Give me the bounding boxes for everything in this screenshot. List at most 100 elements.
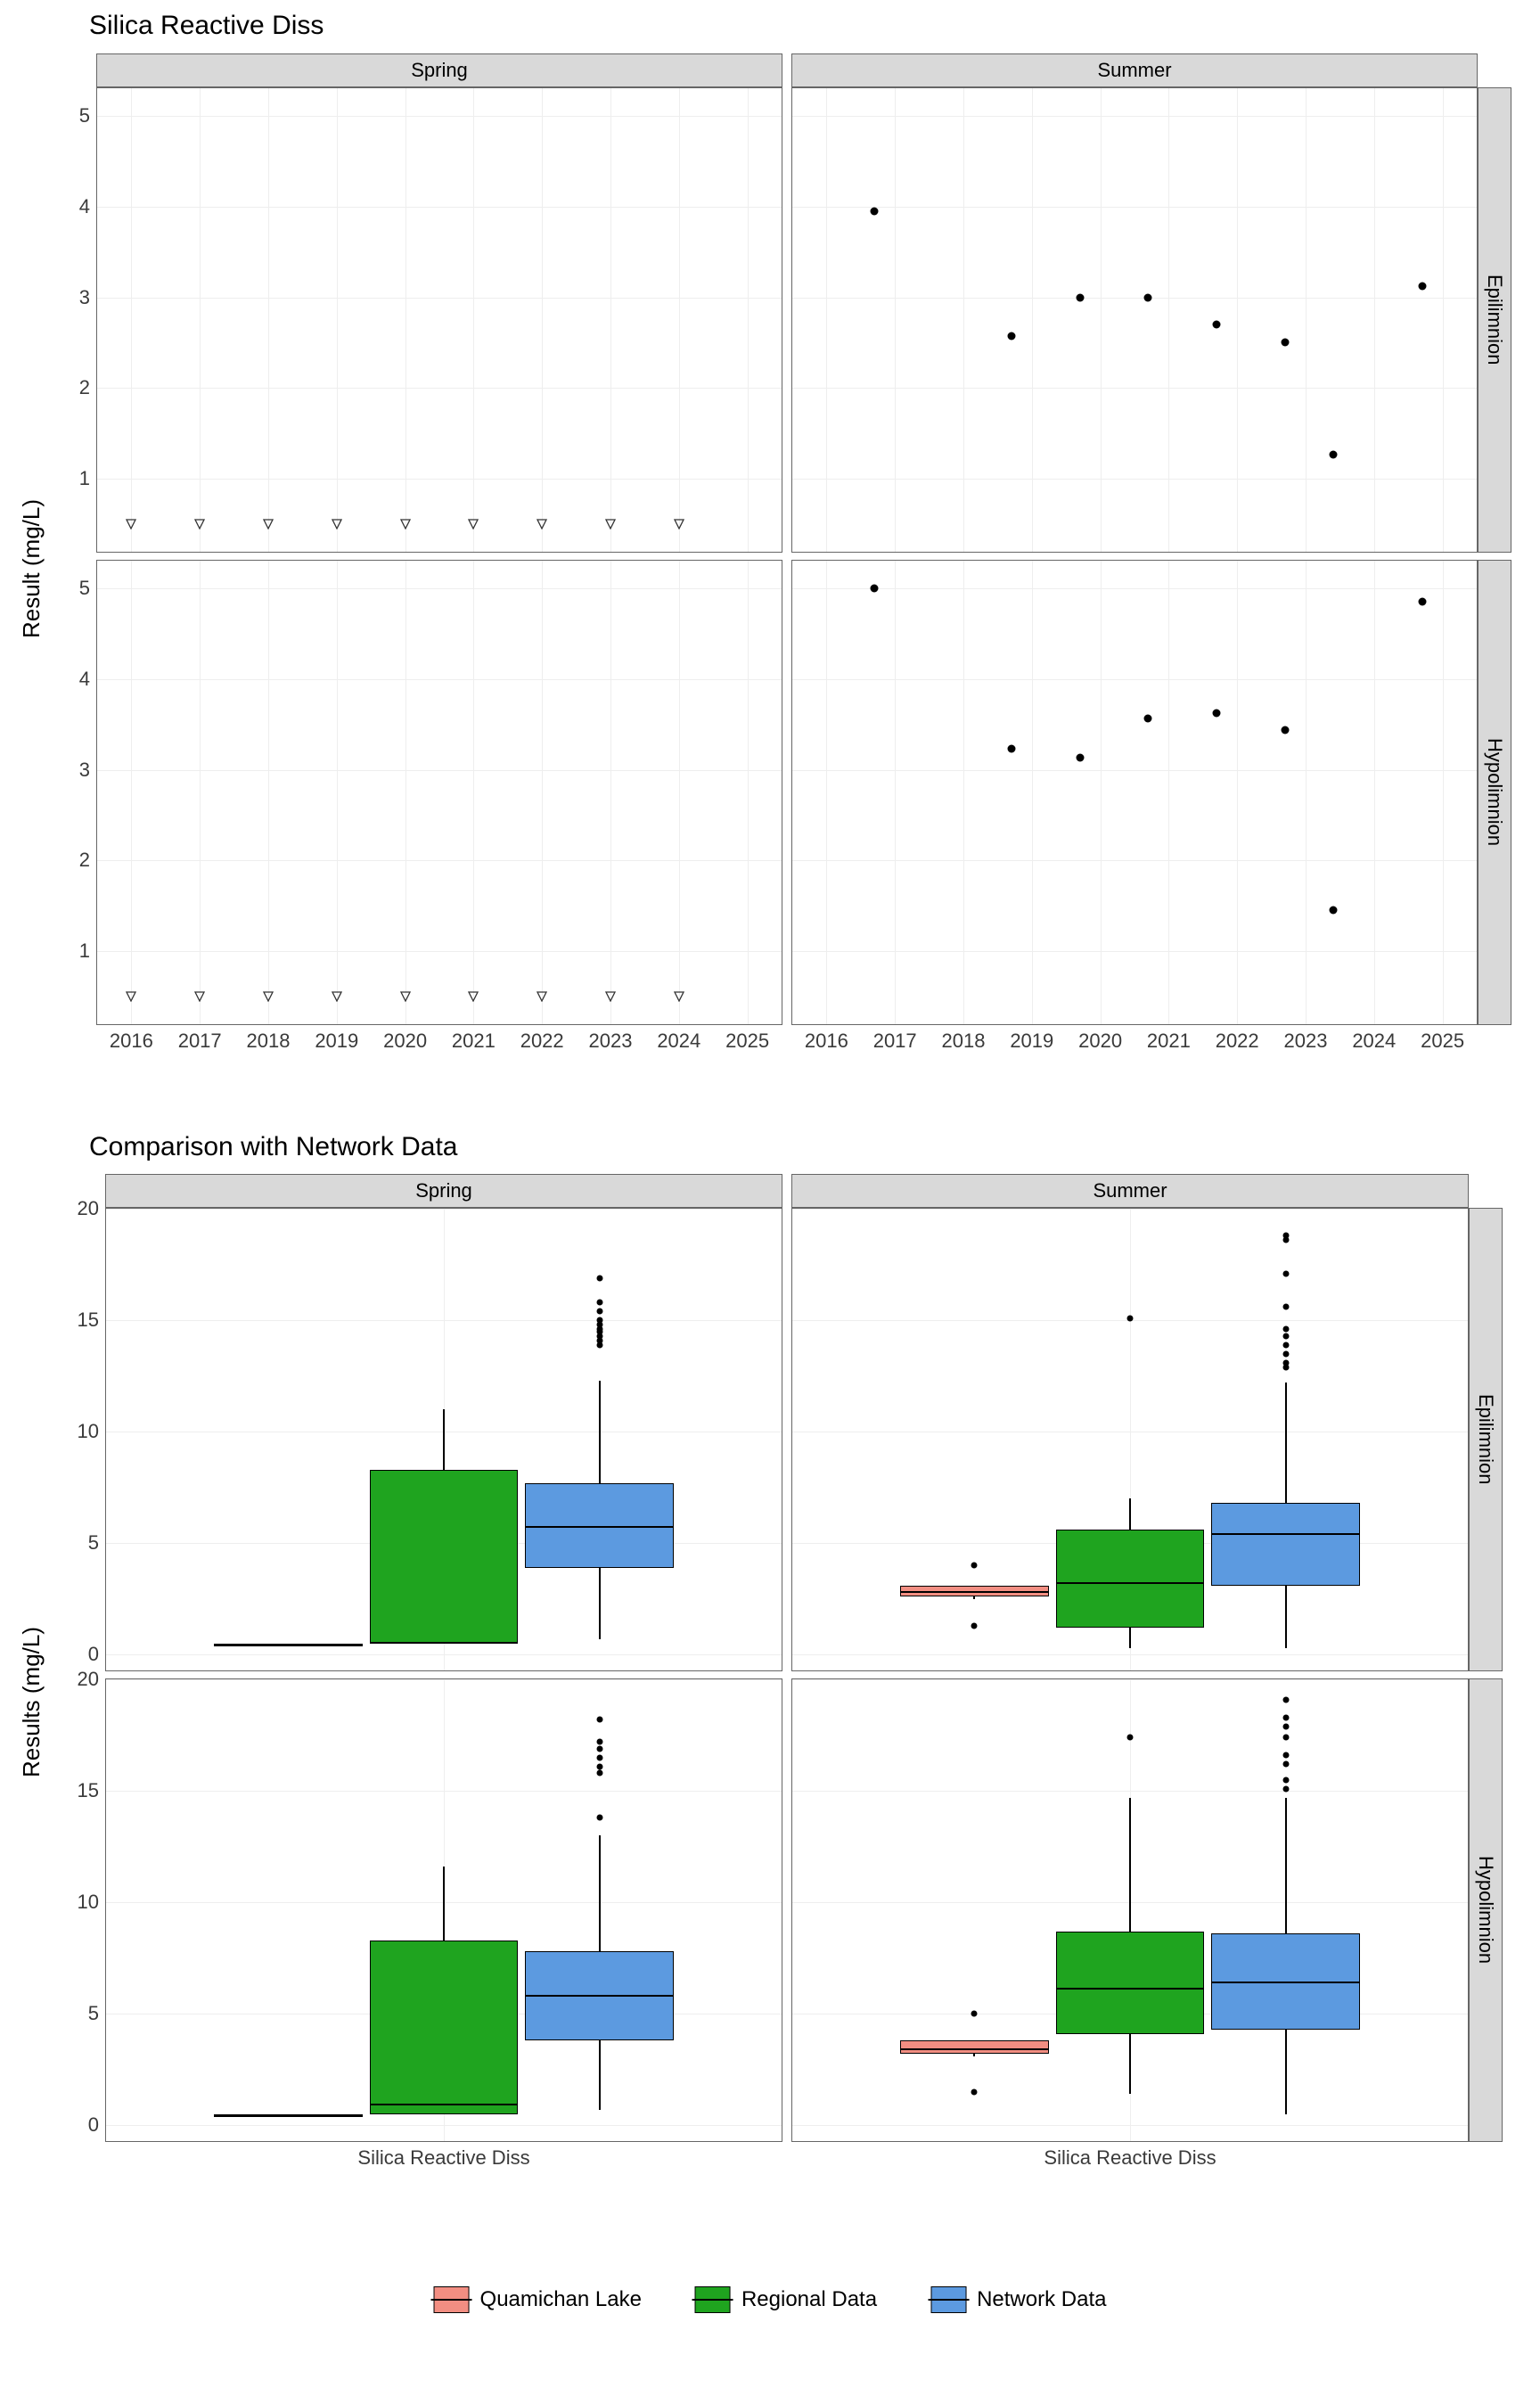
x-tick-label: 2016 [805,1030,848,1053]
y-tick-label: 5 [88,2002,99,2025]
x-tick-label: 2018 [247,1030,291,1053]
outlier-point [1282,1304,1289,1310]
y-tick-label: 1 [79,467,90,490]
y-tick-label: 5 [79,104,90,127]
outlier-point [596,1717,602,1723]
nondetect-marker-icon [605,519,616,529]
outlier-point [1282,1714,1289,1720]
row-facet-hypolimnion-strip: Hypolimnion [1469,1678,1503,2142]
outlier-point [1282,1752,1289,1759]
nondetect-marker-icon [537,519,547,529]
x-tick-label: 2020 [1078,1030,1122,1053]
y-tick-label: 5 [79,577,90,600]
outlier-point [971,1563,978,1569]
x-tick-label: 2017 [873,1030,917,1053]
boxplot-box [1056,1932,1205,2034]
x-tick-label: 2025 [1421,1030,1464,1053]
boxplot-box [900,1586,1049,1597]
data-point [1213,321,1221,329]
col-facet-summer-strip: Summer [791,1174,1469,1208]
boxplot-box [370,1470,519,1644]
outlier-point [596,1300,602,1306]
nondetect-marker-icon [126,519,136,529]
x-tick-label: 2017 [178,1030,222,1053]
x-tick-label: 2020 [383,1030,427,1053]
legend-swatch [434,2286,470,2313]
legend-swatch [695,2286,731,2313]
outlier-point [1282,1696,1289,1703]
x-tick-label: 2024 [657,1030,700,1053]
outlier-point [596,1754,602,1760]
data-point [871,584,879,592]
outlier-point [971,2011,978,2017]
outlier-point [1282,1233,1289,1239]
nondetect-marker-icon [537,991,547,1002]
chart-title: Silica Reactive Diss [89,11,324,41]
x-tick-label: 2023 [589,1030,633,1053]
y-tick-label: 2 [79,376,90,399]
data-point [1144,715,1152,723]
panel-summer-hypolimnion: 2016201720182019202020212022202320242025 [791,560,1478,1025]
boxplot-box [900,2040,1049,2054]
boxplot-box [370,1941,519,2114]
data-point [1076,293,1084,301]
data-point [1007,745,1015,753]
outlier-point [1282,1326,1289,1333]
outlier-point [971,1622,978,1629]
panel-summer-epilimnion [791,1208,1469,1671]
x-tick-label: 2016 [110,1030,153,1053]
panel-spring-epilimnion: 12345 [96,87,782,553]
y-axis-label: Result (mg/L) [18,499,45,638]
legend-item: Quamichan Lake [434,2286,642,2313]
silica-timeseries-chart: Silica Reactive Diss Result (mg/L) Sprin… [0,0,1540,1101]
outlier-point [1282,1723,1289,1729]
x-tick-label: 2019 [315,1030,358,1053]
panel-spring-epilimnion: 05101520 [105,1208,782,1671]
nondetect-marker-icon [400,991,411,1002]
nondetect-marker-icon [263,519,274,529]
outlier-point [596,1763,602,1769]
x-tick-label: 2019 [1010,1030,1053,1053]
x-tick-label: 2023 [1284,1030,1328,1053]
chart-title: Comparison with Network Data [89,1132,457,1162]
panel-summer-epilimnion [791,87,1478,553]
x-category-label: Silica Reactive Diss [1044,2146,1216,2170]
row-facet-hypolimnion-strip: Hypolimnion [1478,560,1511,1025]
color-legend: Quamichan Lake Regional Data Network Dat… [434,2286,1107,2313]
data-point [1418,283,1426,291]
nondetect-marker-icon [332,991,342,1002]
outlier-point [596,1770,602,1776]
nondetect-marker-icon [674,991,684,1002]
nondetect-marker-icon [674,519,684,529]
col-facet-spring-strip: Spring [105,1174,782,1208]
outlier-point [1127,1315,1134,1321]
boxplot-box [214,1644,363,1645]
comparison-boxplot-chart: Comparison with Network Data Results (mg… [0,1128,1540,2251]
x-category-label: Silica Reactive Diss [357,2146,529,2170]
outlier-point [596,1317,602,1324]
boxplot-box [1056,1530,1205,1628]
x-tick-label: 2021 [1147,1030,1191,1053]
outlier-point [1282,1735,1289,1741]
legend-label: Network Data [977,2287,1106,2312]
outlier-point [596,1309,602,1315]
outlier-point [596,1815,602,1821]
panel-spring-hypolimnion: 05101520Silica Reactive Diss [105,1678,782,2142]
outlier-point [1282,1785,1289,1792]
nondetect-marker-icon [468,991,479,1002]
y-tick-label: 20 [78,1197,99,1220]
nondetect-marker-icon [332,519,342,529]
outlier-point [1282,1333,1289,1339]
legend-label: Regional Data [741,2287,877,2312]
data-point [1213,710,1221,718]
y-tick-label: 15 [78,1309,99,1332]
legend-swatch [930,2286,966,2313]
outlier-point [971,2088,978,2095]
y-tick-label: 10 [78,1420,99,1443]
data-point [1281,339,1289,347]
x-tick-label: 2025 [725,1030,769,1053]
legend-item: Regional Data [695,2286,877,2313]
x-tick-label: 2024 [1352,1030,1396,1053]
outlier-point [1282,1342,1289,1348]
outlier-point [1282,1359,1289,1366]
